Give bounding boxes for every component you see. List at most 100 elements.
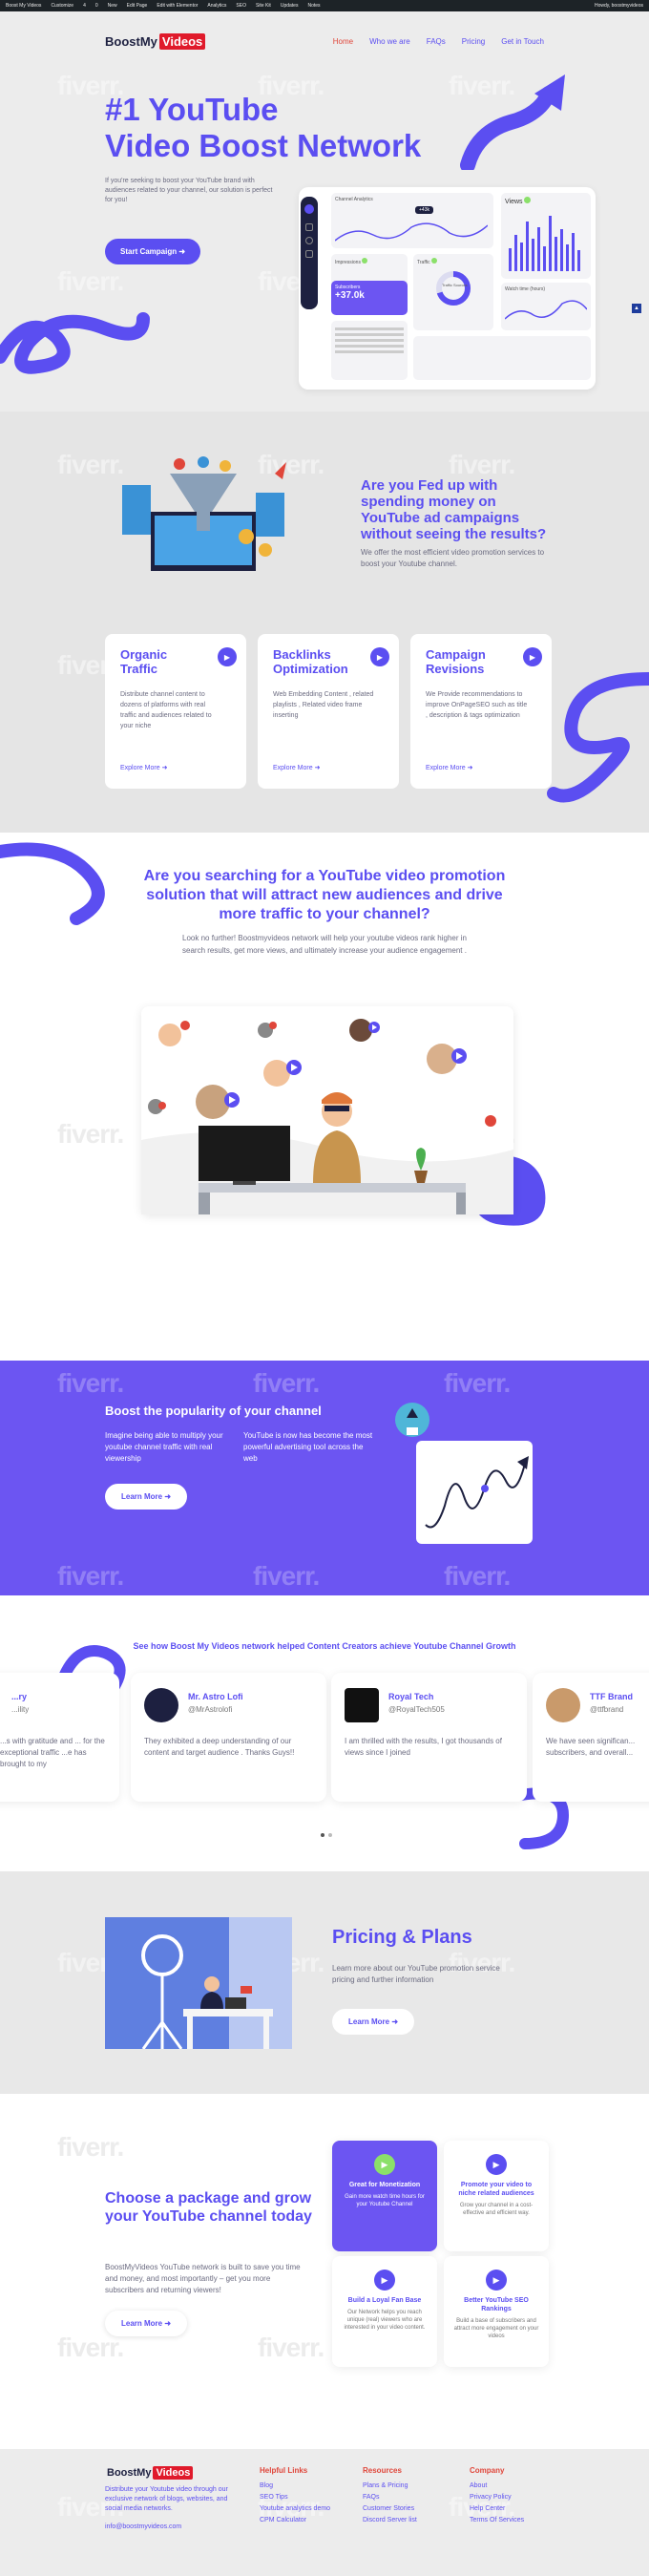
nav-who-we-are[interactable]: Who we are xyxy=(369,37,410,46)
logo-badge: Videos xyxy=(153,2466,194,2480)
footer-link[interactable]: FAQs xyxy=(363,2494,417,2501)
footer-link[interactable]: Blog xyxy=(260,2482,330,2489)
admin-item[interactable]: Boost My Videos xyxy=(6,3,41,9)
boost-section: fiverr. fiverr. fiverr. fiverr. fiverr. … xyxy=(0,1361,649,1595)
footer-link[interactable]: SEO Tips xyxy=(260,2494,330,2501)
feature-title: Campaign Revisions xyxy=(426,647,486,676)
admin-item[interactable]: Edit Page xyxy=(127,3,148,9)
watch-time-label: Watch time (hours) xyxy=(505,286,546,292)
testimonial-handle: ...ility xyxy=(11,1705,30,1714)
admin-item[interactable]: 4 xyxy=(83,3,86,9)
play-icon: ▶ xyxy=(486,2270,507,2291)
learn-more-label: Learn More xyxy=(348,2017,390,2026)
watermark: fiverr. xyxy=(57,2333,124,2362)
footer-heading: Resources xyxy=(363,2466,402,2475)
benefit-text: Our Network helps you reach unique (real… xyxy=(344,2310,426,2331)
feature-card-backlinks[interactable]: Backlinks Optimization ▶ Web Embedding C… xyxy=(258,634,399,789)
nav-faqs[interactable]: FAQs xyxy=(427,37,446,46)
start-campaign-button[interactable]: Start Campaign ➜ xyxy=(105,239,201,264)
feature-card-campaign-revisions[interactable]: Campaign Revisions ▶ We Provide recommen… xyxy=(410,634,552,789)
subscribers-value: +37.0k xyxy=(335,290,365,301)
carousel-dot[interactable] xyxy=(321,1833,324,1837)
logo-text: BoostMy xyxy=(105,33,157,49)
pricing-learn-more-button[interactable]: Learn More ➜ xyxy=(332,2009,415,2035)
nav-get-in-touch[interactable]: Get in Touch xyxy=(501,37,544,46)
watch-time-card: Watch time (hours) xyxy=(501,283,591,330)
carousel-dot[interactable] xyxy=(328,1833,332,1837)
play-icon: ▶ xyxy=(370,647,389,666)
feature-text: Web Embedding Content , related playlist… xyxy=(273,691,374,719)
dashboard-sidebar xyxy=(301,197,318,309)
watermark: fiverr. xyxy=(253,1561,320,1591)
footer-link[interactable]: Terms Of Services xyxy=(470,2517,524,2523)
squiggle-decoration xyxy=(0,842,105,925)
testimonial-name: ...ry xyxy=(11,1692,28,1701)
hero-section: fiverr. fiverr. fiverr. fiverr. fiverr. … xyxy=(0,71,649,412)
footer-link[interactable]: Privacy Policy xyxy=(470,2494,524,2501)
footer-link[interactable]: Customer Stories xyxy=(363,2505,417,2512)
play-icon: ▶ xyxy=(374,2270,395,2291)
feature-text: Distribute channel content to dozens of … xyxy=(120,691,212,729)
testimonial-text: ...s with gratitude and ... for the exce… xyxy=(0,1737,105,1768)
admin-item[interactable]: Customize xyxy=(51,3,73,9)
admin-item[interactable]: Site Kit xyxy=(256,3,271,9)
impressions-label: Impressions xyxy=(335,260,361,265)
admin-item[interactable]: Notes xyxy=(307,3,320,9)
play-icon xyxy=(304,204,314,214)
watermark: fiverr. xyxy=(449,450,515,479)
channel-analytics-card: Channel Analytics +43k xyxy=(331,193,493,248)
benefit-text: Build a base of subscribers and attract … xyxy=(453,2318,539,2339)
views-bar-chart xyxy=(509,216,580,271)
benefit-card-fan-base: ▶ Build a Loyal Fan Base Our Network hel… xyxy=(332,2256,437,2367)
status-dot-icon xyxy=(523,197,531,203)
admin-item[interactable]: Updates xyxy=(281,3,299,9)
testimonial-card: Mr. Astro Lofi @MrAstrolofi They exhibit… xyxy=(131,1673,326,1802)
boost-title: Boost the popularity of your channel xyxy=(105,1404,322,1418)
footer-logo[interactable]: BoostMy Videos xyxy=(107,2466,194,2480)
footer-link[interactable]: Plans & Pricing xyxy=(363,2482,417,2489)
watermark: fiverr. xyxy=(258,2333,324,2362)
testimonial-text: They exhibited a deep understanding of o… xyxy=(144,1737,295,1757)
learn-more-label: Learn More xyxy=(121,2319,163,2328)
explore-more-link[interactable]: Explore More ➜ xyxy=(273,764,320,771)
status-dot-icon xyxy=(431,258,438,264)
admin-item[interactable]: 0 xyxy=(95,3,98,9)
package-title: Choose a package and grow your YouTube c… xyxy=(105,2190,312,2225)
benefit-text: Gain more watch time hours for your Yout… xyxy=(345,2194,425,2207)
admin-item[interactable]: SEO xyxy=(236,3,246,9)
footer-link[interactable]: Youtube analytics demo xyxy=(260,2505,330,2512)
carousel-dots xyxy=(321,1833,332,1837)
nav-pricing[interactable]: Pricing xyxy=(462,37,485,46)
arrow-decoration xyxy=(460,74,565,170)
footer-email-link[interactable]: info@boostmyvideos.com xyxy=(105,2523,181,2530)
footer-link[interactable]: Help Center xyxy=(470,2505,524,2512)
admin-item[interactable]: Edit with Elementor xyxy=(157,3,198,9)
explore-more-link[interactable]: Explore More ➜ xyxy=(120,764,167,771)
testimonial-card: Royal Tech @RoyalTech505 I am thrilled w… xyxy=(331,1673,527,1802)
scroll-top-button[interactable]: ▲ xyxy=(632,304,641,313)
admin-greeting[interactable]: Howdy, boostmyvideos xyxy=(595,3,643,9)
site-header: BoostMy Videos Home Who we are FAQs Pric… xyxy=(0,11,649,71)
footer-link[interactable]: CPM Calculator xyxy=(260,2517,330,2523)
footer-column-company: Company About Privacy Policy Help Center… xyxy=(470,2466,524,2528)
admin-item[interactable]: New xyxy=(108,3,117,9)
site-logo[interactable]: BoostMy Videos xyxy=(105,32,206,50)
explore-more-link[interactable]: Explore More ➜ xyxy=(426,764,472,771)
feature-card-organic-traffic[interactable]: Organic Traffic ▶ Distribute channel con… xyxy=(105,634,246,789)
traffic-card: Traffic Traffic Sources xyxy=(413,254,493,330)
benefit-title: Better YouTube SEO Rankings xyxy=(464,2297,529,2312)
benefit-card-niche-audiences: ▶ Promote your video to niche related au… xyxy=(444,2141,549,2251)
admin-item[interactable]: Analytics xyxy=(207,3,226,9)
footer-column-helpful-links: Helpful Links Blog SEO Tips Youtube anal… xyxy=(260,2466,330,2528)
testimonial-handle: @MrAstrolofi xyxy=(188,1705,233,1714)
boost-learn-more-button[interactable]: Learn More ➜ xyxy=(105,1484,188,1510)
searching-title: Are you searching for a YouTube video pr… xyxy=(143,868,506,922)
footer-link[interactable]: Discord Server list xyxy=(363,2517,417,2523)
nav-home[interactable]: Home xyxy=(333,37,353,46)
arrow-right-icon: ➜ xyxy=(391,2017,399,2026)
searching-text: Look no further! Boostmyvideos network w… xyxy=(182,934,467,955)
footer-link[interactable]: About xyxy=(470,2482,524,2489)
package-learn-more-button[interactable]: Learn More ➜ xyxy=(105,2311,188,2336)
testimonial-card: TTF Brand @ttfbrand We have seen signifi… xyxy=(533,1673,649,1802)
searching-section: fiverr. fiverr. Are you searching for a … xyxy=(0,833,649,1361)
